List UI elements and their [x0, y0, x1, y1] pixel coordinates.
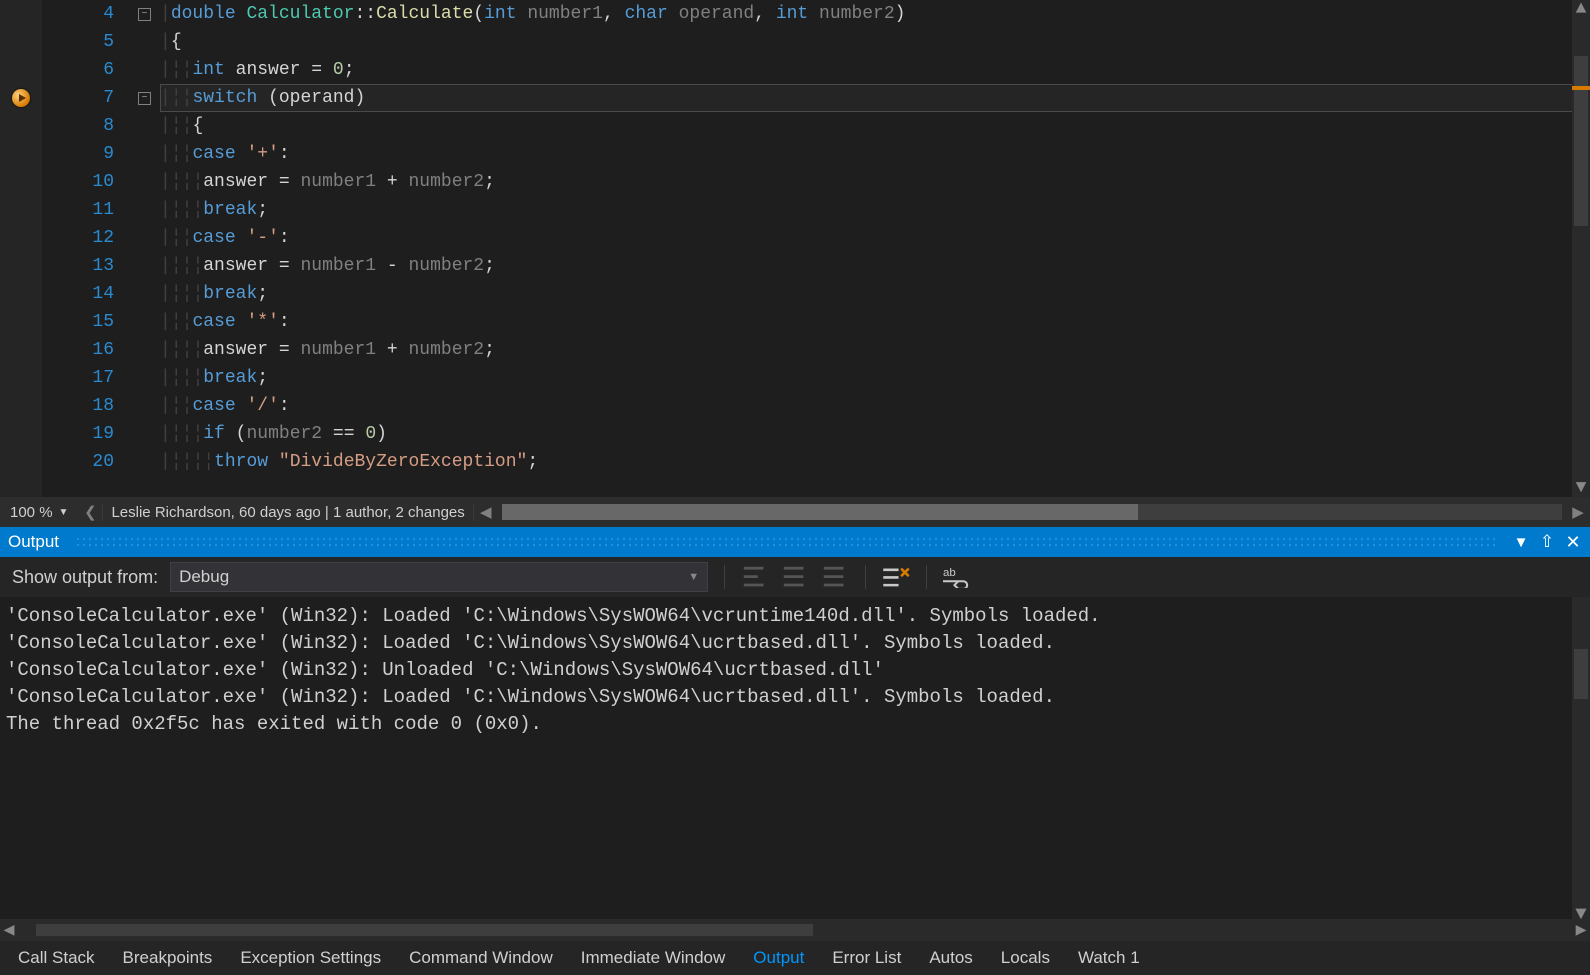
execution-pointer-icon[interactable]: [12, 89, 30, 107]
output-panel-titlebar[interactable]: Output ▼ ⇧ ✕: [0, 527, 1590, 557]
code-line[interactable]: | ¦ ¦ ¦ if (number2 == 0): [160, 420, 1590, 448]
line-number: 12: [42, 224, 114, 252]
tool-window-tabstrip: Call StackBreakpointsException SettingsC…: [0, 941, 1590, 975]
clear-all-icon[interactable]: [882, 565, 910, 589]
line-number: 18: [42, 392, 114, 420]
output-source-value: Debug: [179, 567, 229, 587]
code-line[interactable]: | ¦ ¦ ¦ break;: [160, 196, 1590, 224]
output-line-block: 'ConsoleCalculator.exe' (Win32): Loaded …: [6, 603, 1586, 738]
ide-root: 4567891011121314151617181920 −− | double…: [0, 0, 1590, 975]
output-source-label: Show output from:: [12, 567, 158, 588]
tab-breakpoints[interactable]: Breakpoints: [109, 944, 227, 972]
scrollbar-thumb[interactable]: [502, 504, 1138, 520]
scrollbar-thumb[interactable]: [36, 924, 813, 936]
code-line[interactable]: | ¦ ¦ case '+':: [160, 140, 1590, 168]
tab-watch-1[interactable]: Watch 1: [1064, 944, 1154, 972]
output-toolbar: Show output from: Debug ▼ ab: [0, 557, 1590, 597]
tab-autos[interactable]: Autos: [915, 944, 986, 972]
code-line[interactable]: | ¦ ¦ ¦ ¦ throw "DivideByZeroException";: [160, 448, 1590, 476]
line-number: 6: [42, 56, 114, 84]
line-number: 20: [42, 448, 114, 476]
line-number: 10: [42, 168, 114, 196]
hscroll-right-icon[interactable]: ▶: [1566, 503, 1590, 521]
tab-locals[interactable]: Locals: [987, 944, 1064, 972]
nav-back-icon[interactable]: ❮: [78, 503, 102, 521]
next-message-icon[interactable]: [821, 565, 849, 589]
fold-toggle-icon[interactable]: −: [138, 92, 151, 105]
code-line[interactable]: | ¦ ¦ switch (operand): [160, 84, 1590, 112]
line-number: 13: [42, 252, 114, 280]
breakpoint-gutter[interactable]: [0, 0, 42, 497]
code-line[interactable]: | ¦ ¦ int answer = 0;: [160, 56, 1590, 84]
titlebar-grip[interactable]: [75, 536, 1496, 548]
line-number: 9: [42, 140, 114, 168]
line-number: 7: [42, 84, 114, 112]
tab-command-window[interactable]: Command Window: [395, 944, 567, 972]
line-number: 5: [42, 28, 114, 56]
code-line[interactable]: | ¦ ¦ ¦ break;: [160, 364, 1590, 392]
line-number: 15: [42, 308, 114, 336]
line-number: 19: [42, 420, 114, 448]
code-line[interactable]: | ¦ ¦ {: [160, 112, 1590, 140]
tab-error-list[interactable]: Error List: [818, 944, 915, 972]
line-number: 8: [42, 112, 114, 140]
svg-text:ab: ab: [943, 567, 956, 579]
scroll-down-icon[interactable]: ▼: [1572, 479, 1590, 497]
hscroll-left-icon[interactable]: ◀: [474, 503, 498, 521]
line-number: 16: [42, 336, 114, 364]
scrollbar-thumb[interactable]: [1574, 56, 1588, 226]
code-line[interactable]: | ¦ ¦ ¦ answer = number1 + number2;: [160, 336, 1590, 364]
toggle-word-wrap-icon[interactable]: ab: [943, 565, 971, 589]
output-horizontal-scrollbar[interactable]: ◀ ▶: [0, 919, 1590, 941]
line-number: 4: [42, 0, 114, 28]
code-line[interactable]: | ¦ ¦ case '*':: [160, 308, 1590, 336]
editor-footer: 100 % ▼ ❮ Leslie Richardson, 60 days ago…: [0, 497, 1590, 527]
tab-output[interactable]: Output: [739, 944, 818, 972]
output-source-dropdown[interactable]: Debug ▼: [170, 562, 708, 592]
toolbar-separator: [865, 565, 866, 589]
code-line[interactable]: | double Calculator::Calculate(int numbe…: [160, 0, 1590, 28]
fold-toggle-icon[interactable]: −: [138, 8, 151, 21]
hscroll-left-icon[interactable]: ◀: [0, 919, 18, 941]
git-blame-info[interactable]: Leslie Richardson, 60 days ago | 1 autho…: [102, 504, 473, 521]
prev-message-icon[interactable]: [781, 565, 809, 589]
window-position-icon[interactable]: ▼: [1512, 534, 1530, 551]
code-body[interactable]: | double Calculator::Calculate(int numbe…: [160, 0, 1590, 497]
tab-call-stack[interactable]: Call Stack: [4, 944, 109, 972]
scroll-down-icon[interactable]: ▼: [1572, 901, 1590, 919]
fold-gutter[interactable]: −−: [132, 0, 160, 497]
caret-down-icon: ▼: [59, 507, 69, 518]
output-vertical-scrollbar[interactable]: ▲ ▼: [1572, 597, 1590, 919]
toolbar-separator: [724, 565, 725, 589]
code-line[interactable]: | {: [160, 28, 1590, 56]
caret-down-icon: ▼: [688, 571, 699, 583]
tab-immediate-window[interactable]: Immediate Window: [567, 944, 740, 972]
output-text[interactable]: 'ConsoleCalculator.exe' (Win32): Loaded …: [0, 597, 1590, 919]
code-line[interactable]: | ¦ ¦ ¦ break;: [160, 280, 1590, 308]
zoom-value: 100 %: [10, 504, 53, 521]
line-number-gutter: 4567891011121314151617181920: [42, 0, 132, 497]
editor-vertical-scrollbar[interactable]: ▲ ▼: [1572, 0, 1590, 497]
tab-exception-settings[interactable]: Exception Settings: [226, 944, 395, 972]
find-message-icon[interactable]: [741, 565, 769, 589]
toolbar-separator: [926, 565, 927, 589]
code-line[interactable]: | ¦ ¦ ¦ answer = number1 - number2;: [160, 252, 1590, 280]
output-panel-title: Output: [8, 532, 59, 552]
code-line[interactable]: | ¦ ¦ ¦ answer = number1 + number2;: [160, 168, 1590, 196]
close-icon[interactable]: ✕: [1564, 532, 1582, 553]
hscroll-right-icon[interactable]: ▶: [1572, 919, 1590, 941]
code-editor[interactable]: 4567891011121314151617181920 −− | double…: [0, 0, 1590, 497]
scrollbar-thumb[interactable]: [1574, 649, 1588, 699]
scroll-up-icon[interactable]: ▲: [1572, 0, 1590, 18]
zoom-dropdown[interactable]: 100 % ▼: [0, 504, 78, 521]
code-line[interactable]: | ¦ ¦ case '-':: [160, 224, 1590, 252]
editor-horizontal-scrollbar[interactable]: [502, 504, 1562, 520]
scrollbar-current-line-mark: [1572, 86, 1590, 90]
code-line[interactable]: | ¦ ¦ case '/':: [160, 392, 1590, 420]
line-number: 14: [42, 280, 114, 308]
scrollbar-track[interactable]: [18, 923, 1572, 937]
line-number: 11: [42, 196, 114, 224]
line-number: 17: [42, 364, 114, 392]
pin-icon[interactable]: ⇧: [1538, 532, 1556, 552]
